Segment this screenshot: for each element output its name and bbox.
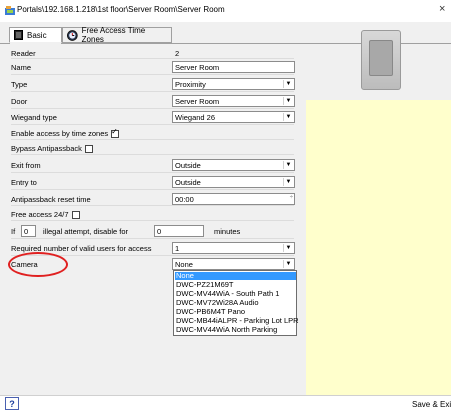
row-separator: [11, 238, 294, 239]
reader-value: 2: [175, 49, 180, 58]
exit-from-value: Outside: [175, 161, 201, 170]
free-access-label: Free access 24/7: [11, 210, 69, 219]
row-separator: [11, 91, 294, 92]
row-separator: [11, 189, 294, 190]
row-separator: [11, 205, 294, 206]
close-icon[interactable]: ×: [439, 3, 445, 15]
apb-reset-time-input[interactable]: 00:00 ÷: [172, 193, 295, 205]
app-icon: [5, 6, 15, 15]
chevron-down-icon[interactable]: ▼: [283, 260, 293, 268]
chevron-down-icon[interactable]: ▼: [283, 244, 293, 252]
save-exit-button[interactable]: Save & Exit: [412, 400, 451, 409]
minutes-label: minutes: [214, 227, 241, 236]
free-access-row: Free access 24/7: [11, 210, 80, 220]
type-label: Type: [11, 80, 28, 89]
camera-option[interactable]: DWC-PZ21M69T: [175, 281, 234, 289]
tab-basic[interactable]: Basic: [9, 27, 62, 43]
bottom-bar: [0, 395, 451, 413]
type-select-value: Proximity: [175, 80, 206, 89]
free-access-checkbox[interactable]: [71, 211, 80, 220]
bypass-apb-checkbox[interactable]: [84, 145, 93, 154]
chevron-down-icon[interactable]: ▼: [283, 178, 293, 186]
illegal-middle-text: illegal attempt, disable for: [43, 227, 129, 236]
annotation-circle: [8, 252, 68, 277]
illegal-attempts-input[interactable]: 0: [21, 225, 36, 237]
clock-icon: [67, 29, 78, 41]
wiegand-select-value: Wiegand 26: [175, 113, 216, 122]
required-users-select[interactable]: 1 ▼: [172, 242, 295, 254]
apb-reset-value: 00:00: [175, 195, 194, 204]
exit-from-select[interactable]: Outside ▼: [172, 159, 295, 171]
row-separator: [11, 124, 294, 125]
chevron-down-icon[interactable]: ▼: [283, 80, 293, 88]
entry-to-label: Entry to: [11, 178, 37, 187]
wiegand-label: Wiegand type: [11, 113, 57, 122]
row-separator: [11, 220, 294, 221]
reader-label: Reader: [11, 49, 36, 58]
row-separator: [11, 108, 294, 109]
camera-option[interactable]: DWC-PB6M4T Pano: [175, 308, 245, 316]
exit-from-label: Exit from: [11, 161, 41, 170]
camera-option[interactable]: DWC-MV44WiA North Parking: [175, 326, 277, 334]
row-separator: [11, 154, 294, 155]
camera-dropdown-list[interactable]: None DWC-PZ21M69T DWC-MV44WiA - South Pa…: [173, 270, 299, 336]
preview-panel: [306, 100, 451, 395]
chevron-down-icon[interactable]: ▼: [283, 113, 293, 121]
camera-option[interactable]: DWC-MB44iALPR - Parking Lot LPR: [175, 317, 299, 325]
help-button[interactable]: ?: [5, 397, 19, 410]
door-select-value: Server Room: [175, 97, 220, 106]
bypass-apb-label: Bypass Antipassback: [11, 144, 82, 153]
tab-free-access-time-zones[interactable]: Free Access Time Zones: [62, 26, 172, 44]
name-input[interactable]: Server Room: [172, 61, 295, 73]
type-select[interactable]: Proximity ▼: [172, 78, 295, 90]
row-separator: [11, 139, 294, 140]
camera-select[interactable]: None ▼: [172, 258, 295, 270]
reader-device-pad: [369, 40, 393, 76]
spinner-icon[interactable]: ÷: [290, 194, 293, 203]
enable-tz-label: Enable access by time zones: [11, 129, 109, 138]
tab-active-gap: [10, 42, 61, 44]
entry-to-select[interactable]: Outside ▼: [172, 176, 295, 188]
camera-option[interactable]: None: [175, 272, 296, 280]
tab-basic-label: Basic: [27, 30, 47, 40]
bypass-apb-row: Bypass Antipassback: [11, 144, 93, 154]
door-select[interactable]: Server Room ▼: [172, 95, 295, 107]
window-title: Portals\192.168.1.218\1st floor\Server R…: [17, 5, 225, 14]
row-separator: [11, 74, 294, 75]
chevron-down-icon[interactable]: ▼: [283, 161, 293, 169]
row-separator: [11, 172, 294, 173]
apb-reset-label: Antipassback reset time: [11, 195, 91, 204]
reader-icon: [14, 30, 23, 40]
entry-to-value: Outside: [175, 178, 201, 187]
tab-free-access-label: Free Access Time Zones: [81, 26, 146, 44]
wiegand-select[interactable]: Wiegand 26 ▼: [172, 111, 295, 123]
required-users-value: 1: [175, 244, 180, 253]
enable-tz-row: Enable access by time zones: [11, 127, 120, 139]
enable-tz-checkbox[interactable]: [111, 127, 120, 139]
door-label: Door: [11, 97, 28, 106]
camera-select-value: None: [175, 260, 193, 269]
chevron-down-icon[interactable]: ▼: [283, 97, 293, 105]
row-separator: [11, 58, 294, 59]
name-label: Name: [11, 63, 32, 72]
illegal-prefix: If: [11, 227, 16, 236]
camera-option[interactable]: DWC-MV72Wi28A Audio: [175, 299, 259, 307]
camera-option[interactable]: DWC-MV44WiA - South Path 1: [175, 290, 279, 298]
disable-minutes-input[interactable]: 0: [154, 225, 204, 237]
